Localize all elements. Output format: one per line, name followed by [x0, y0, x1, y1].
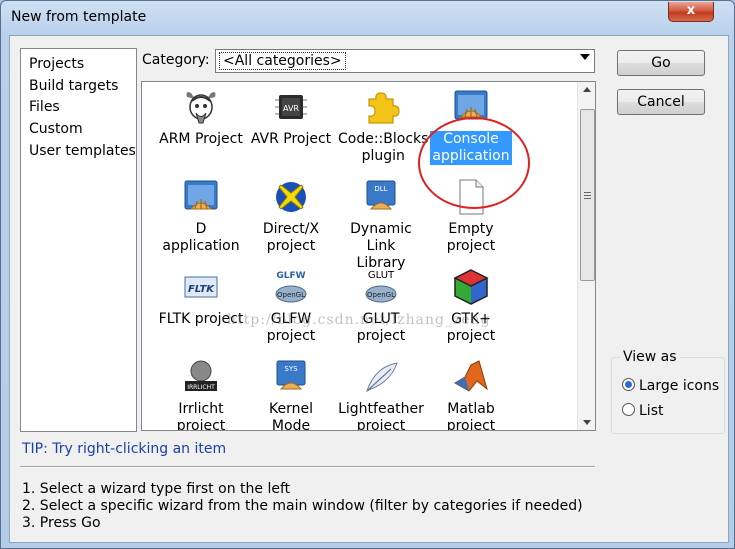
template-gtk-project[interactable]: GTK+ project: [426, 267, 516, 345]
glfw-text: GLFW: [276, 271, 305, 281]
dialog-client-area: Projects Build targets Files Custom User…: [9, 35, 729, 543]
directx-icon: [271, 177, 311, 217]
dll-icon: DLL: [361, 177, 401, 217]
gtk-icon: [451, 267, 491, 307]
view-large-icons-option[interactable]: Large icons: [622, 378, 719, 394]
highlight-circle: [418, 117, 530, 209]
template-label: Lightfeather project: [338, 401, 424, 431]
gnu-icon: [181, 87, 221, 127]
template-irrlicht-project[interactable]: IRRLICHT Irrlicht project: [156, 357, 246, 431]
sys-driver-icon: SYS: [271, 357, 311, 397]
template-label: Code::Blocks plugin: [338, 131, 429, 164]
avr-chip-icon: AVR: [271, 87, 311, 127]
template-matlab-project[interactable]: Matlab project: [426, 357, 516, 431]
template-d-application[interactable]: D application: [156, 177, 246, 255]
scroll-up-arrow-icon[interactable]: [583, 87, 591, 92]
wizard-type-projects[interactable]: Projects: [29, 56, 84, 72]
template-label: Direct/X project: [262, 221, 320, 254]
instruction-step-2: 2. Select a specific wizard from the mai…: [22, 498, 583, 514]
chevron-down-icon[interactable]: [580, 54, 590, 60]
puzzle-piece-icon: [361, 87, 401, 127]
template-avr-project[interactable]: AVR AVR Project: [246, 87, 336, 148]
template-codeblocks-plugin[interactable]: Code::Blocks plugin: [336, 87, 428, 165]
template-label: D application: [162, 221, 240, 254]
template-grid: ARM Project AVR AVR Project Code::Blocks…: [141, 81, 596, 431]
irrlicht-text: IRRLICHT: [187, 384, 215, 391]
divider: [20, 466, 595, 468]
view-as-group: View as Large icons List: [611, 349, 725, 434]
window-title: New from template: [11, 9, 147, 25]
d-app-icon: [181, 177, 221, 217]
glfw-icon: GLFW OpenGL: [271, 267, 311, 307]
matlab-icon: [451, 357, 491, 397]
template-label: Dynamic Link Library: [350, 221, 412, 271]
opengl-text: OpenGL: [367, 291, 395, 299]
scrollbar-grip-icon: [584, 192, 591, 193]
glut-text: GLUT: [368, 270, 395, 281]
sys-text: SYS: [284, 365, 298, 373]
view-list-option[interactable]: List: [622, 403, 663, 419]
template-arm-project[interactable]: ARM Project: [156, 87, 246, 148]
wizard-type-custom[interactable]: Custom: [29, 121, 83, 137]
template-label: Empty project: [446, 221, 496, 254]
template-label: Irrlicht project: [176, 401, 226, 431]
irrlicht-icon: IRRLICHT: [181, 357, 221, 397]
template-directx-project[interactable]: Direct/X project: [246, 177, 336, 255]
avr-chip-text: AVR: [283, 104, 299, 113]
view-as-title: View as: [620, 349, 680, 365]
wizard-type-build-targets[interactable]: Build targets: [29, 78, 118, 94]
opengl-text: OpenGL: [277, 291, 305, 299]
dialog-window: New from template x Projects Build targe…: [0, 0, 735, 549]
template-label: Matlab project: [446, 401, 496, 431]
template-kernel-mode-driver[interactable]: SYS Kernel Mode Driver: [246, 357, 336, 431]
close-button[interactable]: x: [668, 2, 714, 22]
scrollbar-thumb[interactable]: [580, 109, 595, 281]
dll-text: DLL: [374, 185, 387, 193]
watermark: http://blog.csdn.net/lzhang_zeng: [227, 312, 491, 328]
wizard-type-user-templates[interactable]: User templates: [29, 143, 136, 159]
wizard-type-files[interactable]: Files: [29, 99, 60, 115]
wizard-type-list[interactable]: Projects Build targets Files Custom User…: [20, 48, 137, 432]
template-glut-project[interactable]: GLUT OpenGL GLUT project: [336, 267, 426, 345]
tip-text: TIP: Try right-clicking an item: [22, 441, 227, 457]
template-glfw-project[interactable]: GLFW OpenGL GLFW project: [246, 267, 336, 345]
radio-unselected-icon[interactable]: [622, 403, 635, 416]
template-dynamic-link-library[interactable]: DLL Dynamic Link Library: [336, 177, 426, 272]
go-button[interactable]: Go: [617, 50, 705, 76]
category-value: <All categories>: [219, 52, 346, 70]
template-label: ARM Project: [159, 131, 243, 147]
instruction-step-1: 1. Select a wizard type first on the lef…: [22, 481, 291, 497]
category-select[interactable]: <All categories>: [215, 49, 595, 73]
radio-selected-icon[interactable]: [622, 378, 635, 391]
template-label: Kernel Mode Driver: [269, 401, 313, 431]
cancel-button[interactable]: Cancel: [617, 89, 705, 115]
template-lightfeather-project[interactable]: Lightfeather project: [336, 357, 426, 431]
instruction-step-3: 3. Press Go: [22, 515, 101, 531]
template-label: AVR Project: [250, 131, 332, 147]
fltk-icon: FLTK: [181, 267, 221, 307]
fltk-text: FLTK: [188, 284, 215, 295]
glut-icon: GLUT OpenGL: [361, 267, 401, 307]
view-large-icons-label: Large icons: [639, 378, 720, 394]
scroll-down-arrow-icon[interactable]: [583, 420, 591, 425]
template-grid-scrollbar[interactable]: [577, 82, 595, 430]
category-label: Category:: [142, 52, 210, 68]
view-list-label: List: [639, 403, 664, 419]
feather-icon: [361, 357, 401, 397]
